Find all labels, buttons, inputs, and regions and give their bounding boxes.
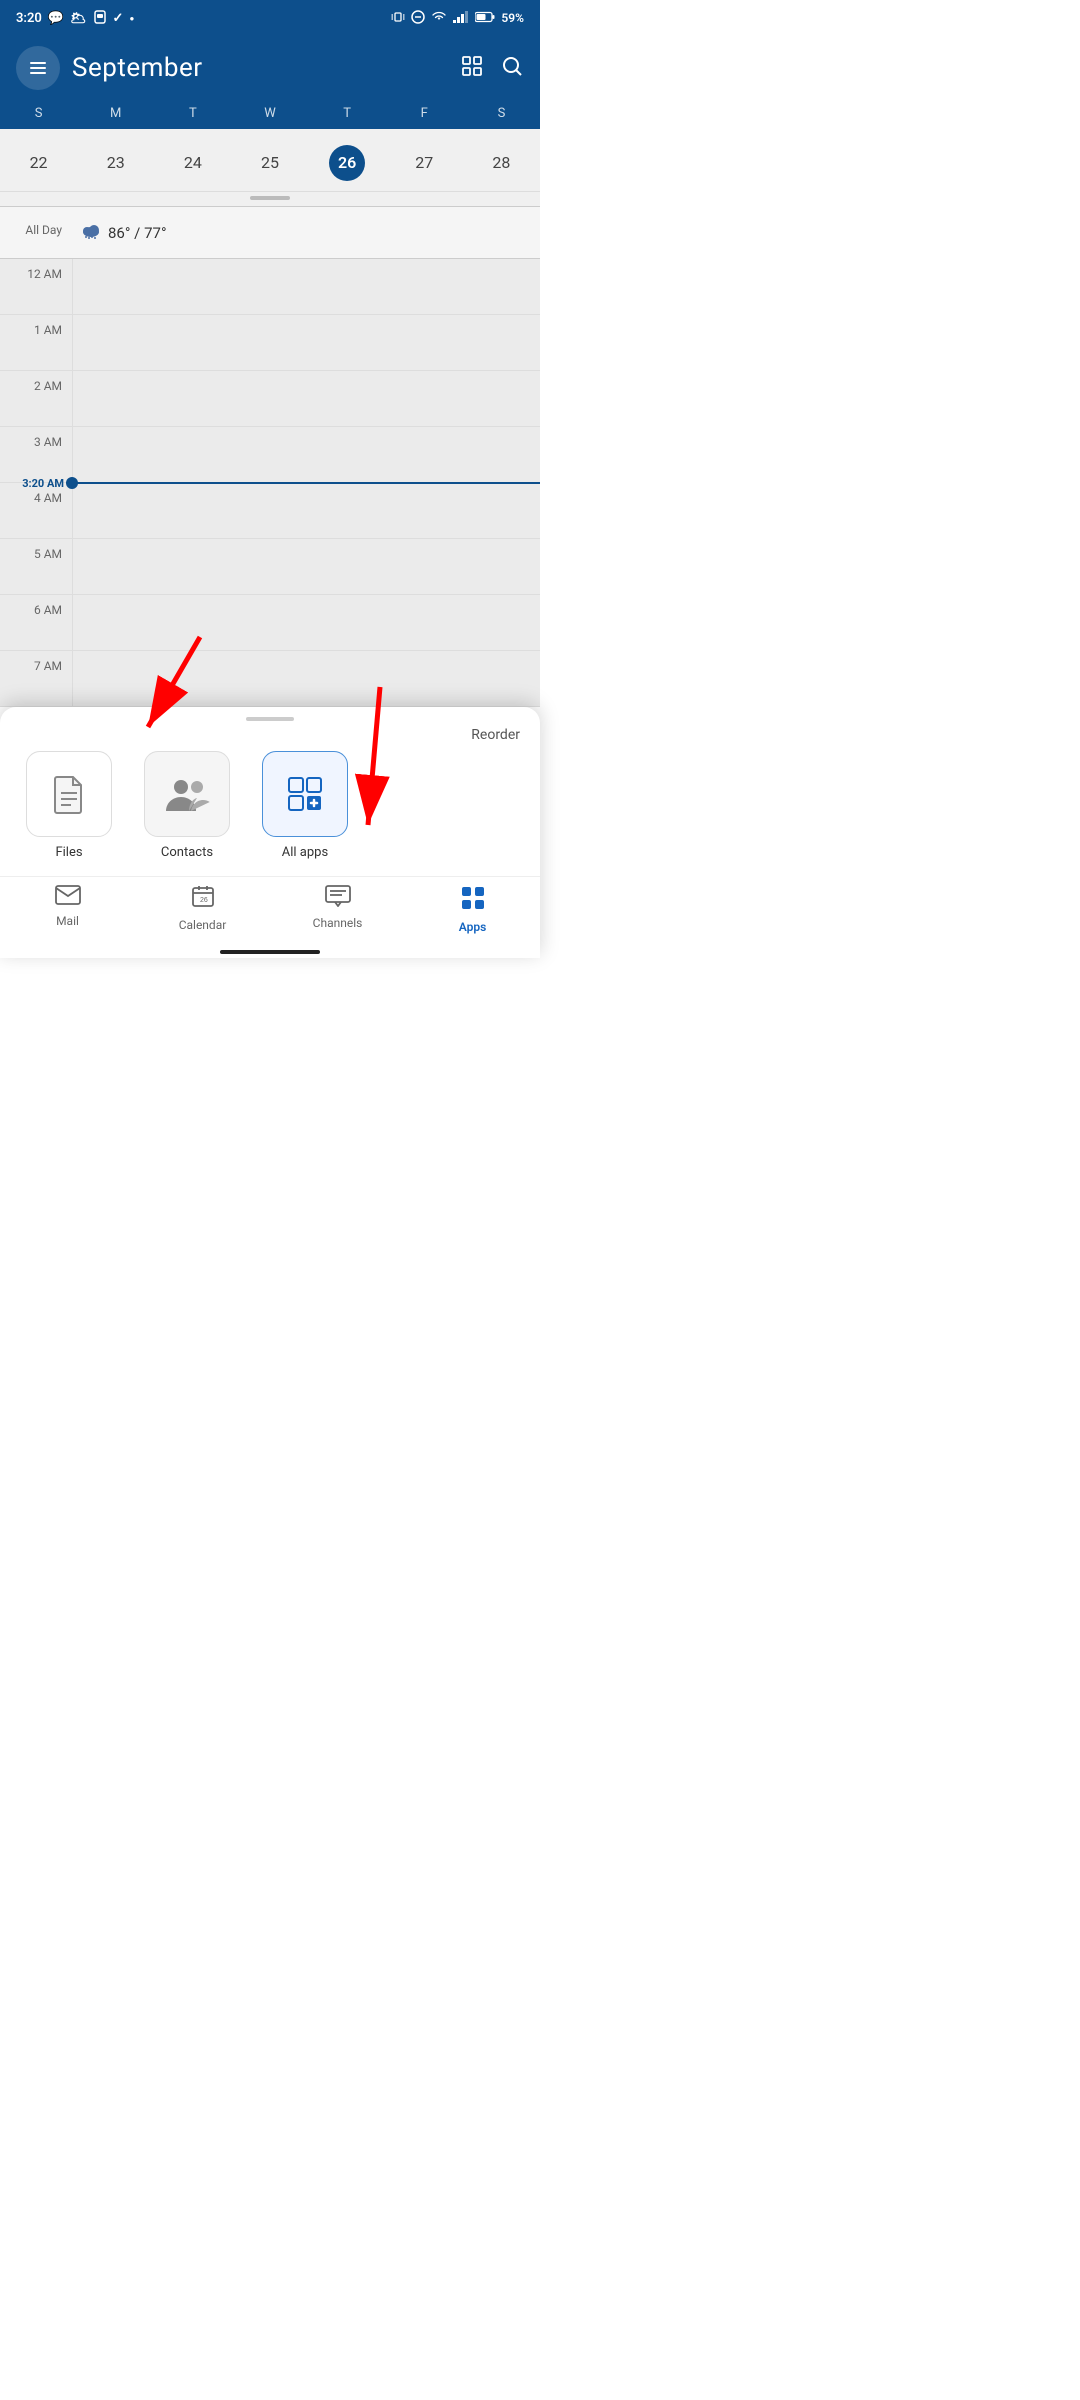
dow-wednesday: W xyxy=(231,106,308,121)
app-contacts[interactable]: Contacts xyxy=(134,751,240,860)
days-of-week-row: S M T W T F S xyxy=(0,104,540,129)
dow-friday: F xyxy=(386,106,463,121)
timeslot-1am: 1 AM xyxy=(0,315,540,371)
collapse-handle[interactable] xyxy=(250,196,290,200)
current-time-indicator: 3:20 AM xyxy=(0,482,540,484)
timeslot-12am: 12 AM xyxy=(0,259,540,315)
weather-temp: 86° / 77° xyxy=(108,224,167,242)
dow-tuesday: T xyxy=(154,106,231,121)
menu-button[interactable] xyxy=(16,46,60,90)
time-label-2am: 2 AM xyxy=(0,371,72,426)
nav-mail-label: Mail xyxy=(56,914,79,928)
signal-icon xyxy=(453,11,469,26)
nav-channels-label: Channels xyxy=(313,916,363,930)
cloud-icon: 🌥 xyxy=(70,11,87,26)
timeslot-5am: 5 AM xyxy=(0,539,540,595)
time-label-1am: 1 AM xyxy=(0,315,72,370)
status-left: 3:20 💬 🌥 ✓ ● xyxy=(16,10,134,27)
allday-label: All Day xyxy=(0,207,72,237)
timeslot-4am: 4 AM xyxy=(0,483,540,539)
date-27[interactable]: 27 xyxy=(386,145,463,181)
time-label-3am: 3 AM xyxy=(0,427,72,482)
bottom-sheet: Reorder Files xyxy=(0,707,540,958)
date-24[interactable]: 24 xyxy=(154,145,231,181)
allday-weather: 86° / 77° xyxy=(72,209,540,257)
nav-apps[interactable]: Apps xyxy=(405,885,540,934)
time-label-6am: 6 AM xyxy=(0,595,72,650)
app-files[interactable]: Files xyxy=(16,751,122,860)
date-23[interactable]: 23 xyxy=(77,145,154,181)
home-indicator xyxy=(0,944,540,958)
dnd-icon xyxy=(411,10,425,27)
mail-nav-icon xyxy=(55,885,81,910)
allday-row: All Day 86° / 77° xyxy=(0,207,540,259)
month-title: September xyxy=(72,53,448,83)
notification-dot: ● xyxy=(129,14,134,23)
files-label: Files xyxy=(55,845,82,860)
dow-sunday: S xyxy=(0,106,77,121)
apps-nav-icon xyxy=(460,885,486,916)
date-26-today[interactable]: 26 xyxy=(309,145,386,181)
reorder-button[interactable]: Reorder xyxy=(0,727,540,751)
weather-icon xyxy=(80,223,102,243)
calendar-header: September xyxy=(0,36,540,104)
nav-apps-label: Apps xyxy=(459,920,487,934)
nav-calendar-label: Calendar xyxy=(179,918,227,932)
check-icon: ✓ xyxy=(113,11,124,26)
bottom-nav: Mail 26 Calendar xyxy=(0,876,540,944)
bottom-sheet-wrapper: Reorder Files xyxy=(0,707,540,958)
current-time-label: 3:20 AM xyxy=(0,477,72,490)
app-allapps[interactable]: All apps xyxy=(252,751,358,860)
battery-percent: 59% xyxy=(501,11,524,25)
channels-nav-icon xyxy=(325,885,351,912)
wifi-icon xyxy=(431,10,447,26)
sheet-drag-handle[interactable] xyxy=(0,707,540,727)
time-label-12am: 12 AM xyxy=(0,259,72,314)
dow-monday: M xyxy=(77,106,154,121)
nav-mail[interactable]: Mail xyxy=(0,885,135,934)
date-28[interactable]: 28 xyxy=(463,145,540,181)
calendar-body: All Day 86° / 77° 12 AM 1 AM 2 xyxy=(0,207,540,707)
date-25[interactable]: 25 xyxy=(231,145,308,181)
contacts-label: Contacts xyxy=(161,845,213,860)
status-right: 59% xyxy=(391,10,524,27)
nav-calendar[interactable]: 26 Calendar xyxy=(135,885,270,934)
current-time-dot xyxy=(66,477,78,489)
dow-saturday: S xyxy=(463,106,540,121)
vibrate-icon xyxy=(391,10,405,27)
status-time: 3:20 xyxy=(16,11,42,26)
time-label-4am: 4 AM xyxy=(0,483,72,538)
status-bar: 3:20 💬 🌥 ✓ ● xyxy=(0,0,540,36)
timeslot-7am: 7 AM xyxy=(0,651,540,707)
timeslot-2am: 2 AM xyxy=(0,371,540,427)
date-22[interactable]: 22 xyxy=(0,145,77,181)
svg-text:26: 26 xyxy=(200,897,208,904)
grid-view-button[interactable] xyxy=(460,54,484,82)
time-label-7am: 7 AM xyxy=(0,651,72,706)
nav-channels[interactable]: Channels xyxy=(270,885,405,934)
allapps-label: All apps xyxy=(282,845,328,860)
timeslot-3am: 3 AM xyxy=(0,427,540,483)
sheet-apps-row: Files Contacts xyxy=(0,751,540,876)
dow-thursday: T xyxy=(309,106,386,121)
time-label-5am: 5 AM xyxy=(0,539,72,594)
whatsapp-icon: 💬 xyxy=(48,11,64,26)
contacts-icon-box xyxy=(144,751,230,837)
timeslot-6am: 6 AM xyxy=(0,595,540,651)
files-icon-box xyxy=(26,751,112,837)
sim-icon xyxy=(93,10,107,27)
calendar-nav-icon: 26 xyxy=(191,885,215,914)
week-dates-row: 22 23 24 25 26 27 28 xyxy=(0,135,540,192)
battery-icon xyxy=(475,11,495,26)
allapps-icon-box xyxy=(262,751,348,837)
current-time-line xyxy=(72,482,540,484)
search-button[interactable] xyxy=(500,54,524,82)
